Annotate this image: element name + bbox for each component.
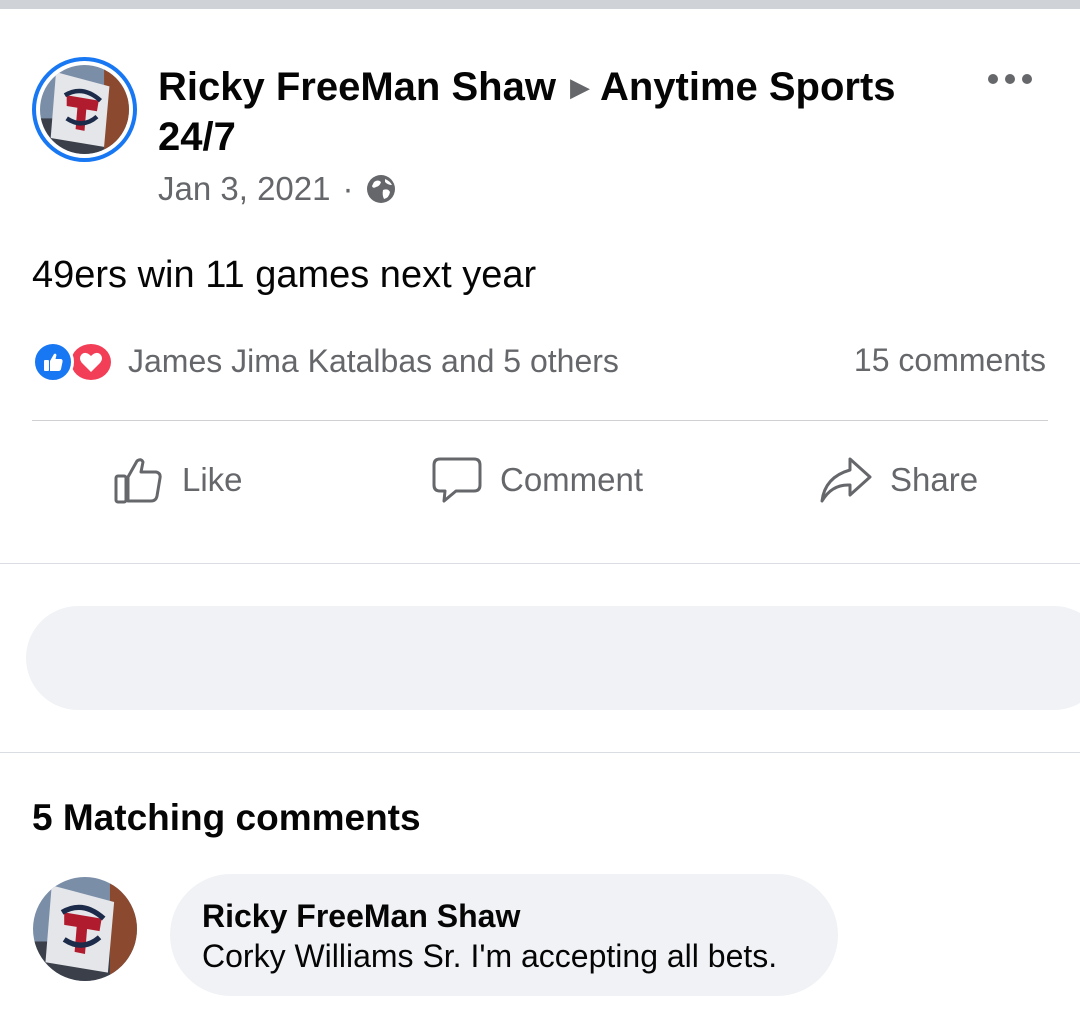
group-arrow-icon: ▶ [569,72,590,102]
share-arrow-icon [820,457,872,503]
like-label: Like [182,461,243,498]
love-reaction-icon [68,341,114,383]
post-actions-bar: Like Comment Share [0,440,1080,520]
share-label: Share [890,461,979,498]
post-date[interactable]: Jan 3, 2021 [158,170,330,208]
commenter-avatar[interactable] [33,877,137,981]
author-name-link[interactable]: Ricky FreeMan Shaw [158,65,556,109]
share-button[interactable]: Share [818,440,978,520]
post-meta: Jan 3, 2021 · [158,170,397,208]
thumbs-up-icon [114,458,162,504]
comment-button[interactable]: Comment [430,440,643,520]
meta-separator: · [342,170,354,207]
divider [0,752,1080,753]
avatar-image [40,65,129,154]
matching-comments-heading: 5 Matching comments [32,797,421,838]
top-edge-strip [0,0,1080,9]
author-avatar[interactable] [32,57,137,162]
write-comment-input[interactable] [26,606,1080,710]
reactions-summary[interactable]: James Jima Katalbas and 5 others [32,339,619,383]
more-dot-icon [988,74,998,84]
reactors-text: James Jima Katalbas and 5 others [128,342,619,379]
comment-author[interactable]: Ricky FreeMan Shaw [202,896,806,936]
more-options-button[interactable] [984,62,1036,96]
comments-count-link[interactable]: 15 comments [854,342,1046,379]
comment-bubble-icon [432,457,482,503]
divider [32,420,1048,421]
comment-bubble[interactable]: Ricky FreeMan Shaw Corky Williams Sr. I'… [170,874,838,996]
divider [0,563,1080,564]
comment-text: Corky Williams Sr. I'm accepting all bet… [202,938,778,974]
post-title: Ricky FreeMan Shaw ▶ Anytime Sports 24/7 [158,62,958,162]
post-body-text: 49ers win 11 games next year [32,254,537,296]
comment-label: Comment [500,461,644,498]
more-dot-icon [1022,74,1032,84]
globe-icon [367,175,396,203]
reaction-icons [32,339,120,383]
like-reaction-icon [32,341,74,383]
like-button[interactable]: Like [112,440,243,520]
more-dot-icon [1005,74,1015,84]
